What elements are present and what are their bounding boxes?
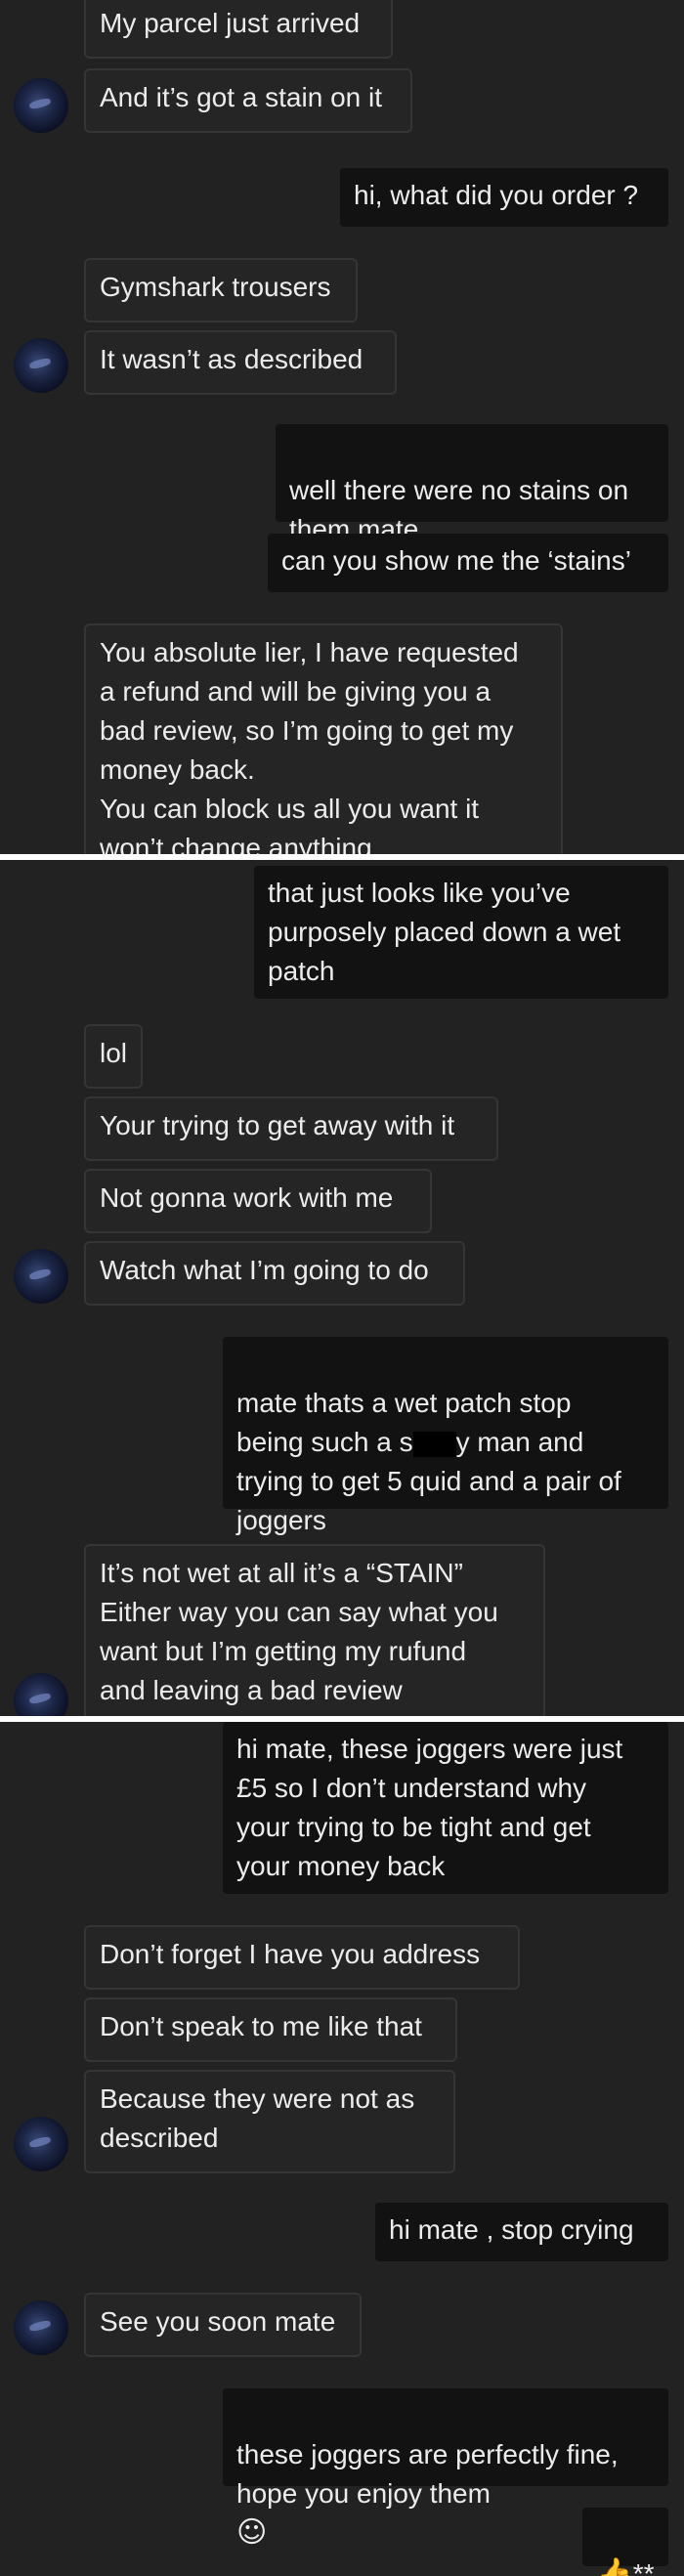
- avatar[interactable]: [14, 2300, 68, 2355]
- incoming-message[interactable]: Because they were not as described: [84, 2070, 455, 2173]
- outgoing-message[interactable]: hi mate , stop crying: [375, 2203, 668, 2261]
- incoming-message[interactable]: My parcel just arrived: [84, 0, 393, 59]
- chat-screenshot-2: that just looks like you’ve purposely pl…: [0, 860, 684, 1716]
- outgoing-message[interactable]: these joggers are perfectly fine, hope y…: [223, 2388, 668, 2550]
- outgoing-message[interactable]: hi mate, these joggers were just £5 so I…: [223, 1722, 668, 1894]
- message-text: these joggers are perfectly fine, hope y…: [236, 2439, 619, 2509]
- incoming-message[interactable]: lol: [84, 1024, 143, 1089]
- chat-screenshot-1: My parcel just arrived And it’s got a st…: [0, 0, 684, 854]
- outgoing-message[interactable]: mate thats a wet patch stop being such a…: [223, 1337, 668, 1535]
- incoming-message[interactable]: Don’t speak to me like that: [84, 1997, 457, 2062]
- message-text: **: [632, 2558, 655, 2576]
- smiling-face-icon: ☺: [236, 2515, 268, 2550]
- incoming-message[interactable]: Not gonna work with me: [84, 1169, 432, 1233]
- incoming-message[interactable]: It’s not wet at all it’s a “STAIN” Eithe…: [84, 1544, 545, 1716]
- incoming-message[interactable]: And it’s got a stain on it: [84, 68, 412, 133]
- outgoing-message[interactable]: well there were no stains on them mate 👍: [276, 424, 668, 585]
- incoming-message[interactable]: It wasn’t as described: [84, 330, 397, 395]
- incoming-message[interactable]: You absolute lier, I have requested a re…: [84, 623, 563, 854]
- avatar[interactable]: [14, 1249, 68, 1304]
- outgoing-message[interactable]: 👍**: [582, 2508, 668, 2576]
- incoming-message[interactable]: Your trying to get away with it: [84, 1096, 498, 1161]
- outgoing-message[interactable]: can you show me the ‘stains’: [268, 534, 668, 592]
- avatar[interactable]: [14, 1673, 68, 1716]
- outgoing-message[interactable]: that just looks like you’ve purposely pl…: [254, 866, 668, 999]
- avatar[interactable]: [14, 2117, 68, 2171]
- incoming-message[interactable]: Gymshark trousers: [84, 258, 358, 322]
- incoming-message[interactable]: See you soon mate: [84, 2293, 362, 2357]
- chat-screenshot-3: hi mate, these joggers were just £5 so I…: [0, 1722, 684, 2576]
- avatar[interactable]: [14, 338, 68, 393]
- thumbs-up-icon: 👍: [596, 2556, 633, 2576]
- incoming-message[interactable]: Watch what I’m going to do: [84, 1241, 465, 1306]
- outgoing-message[interactable]: hi, what did you order ?: [340, 168, 668, 227]
- avatar[interactable]: [14, 78, 68, 133]
- redaction-bar: [412, 1431, 456, 1457]
- incoming-message[interactable]: Don’t forget I have you address: [84, 1925, 520, 1990]
